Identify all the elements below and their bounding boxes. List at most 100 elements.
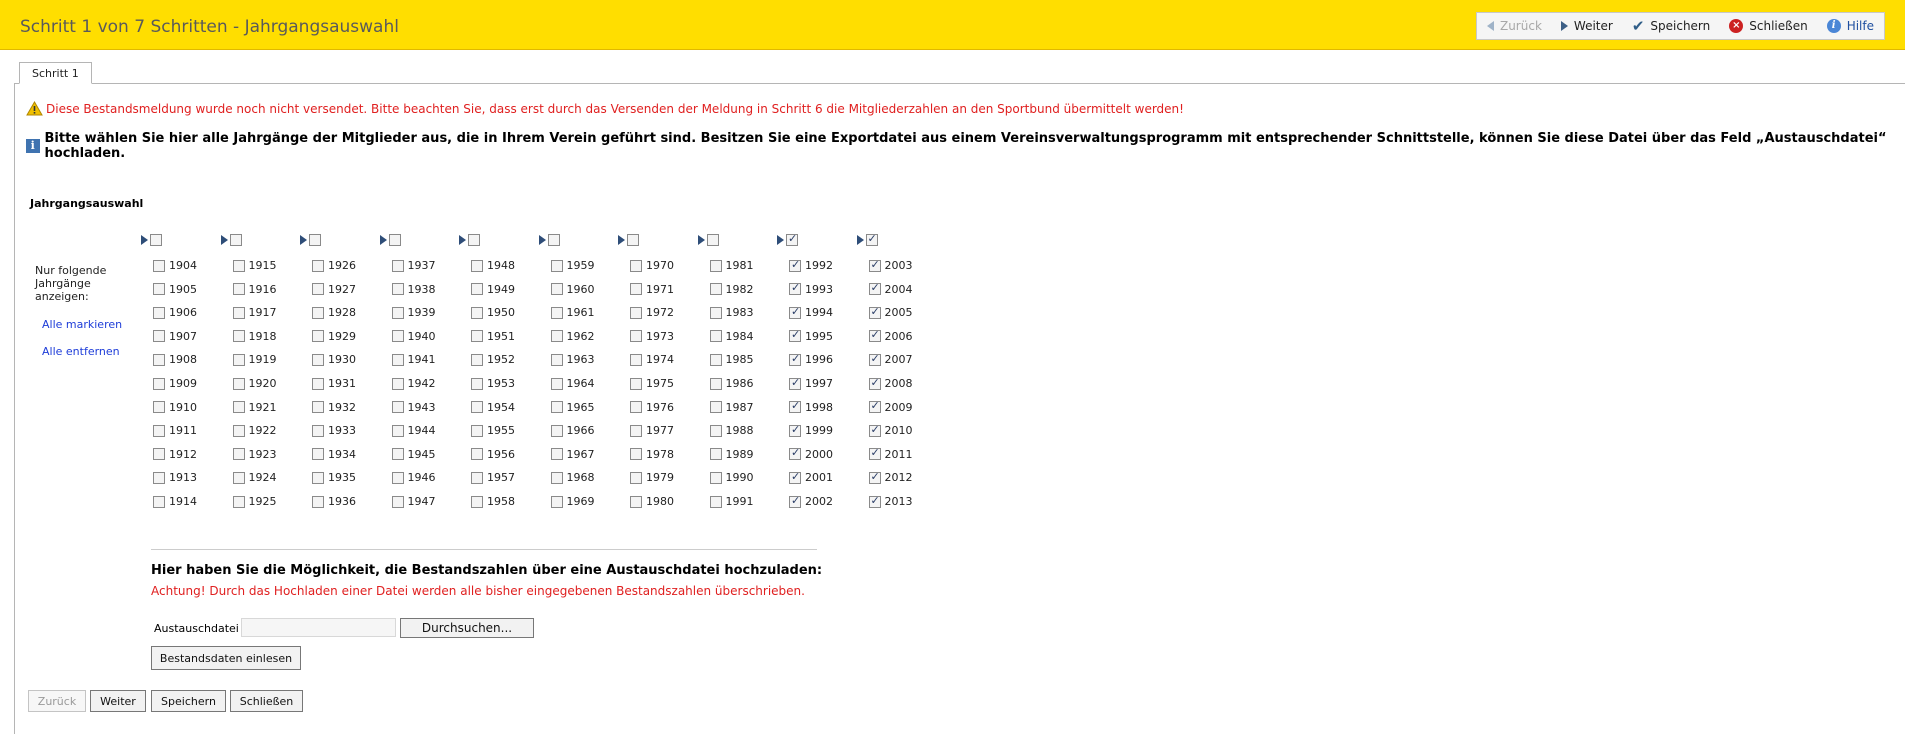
year-checkbox[interactable]: [391, 471, 404, 484]
year-checkbox[interactable]: [312, 353, 324, 366]
year-checkbox[interactable]: [868, 305, 881, 319]
year-checkbox[interactable]: [391, 377, 404, 390]
year-checkbox[interactable]: [550, 495, 563, 508]
year-checkbox[interactable]: [232, 259, 245, 272]
toolbar-save-button[interactable]: ✔ Speichern: [1632, 17, 1710, 35]
column-select-all-checkbox[interactable]: [150, 234, 162, 246]
year-checkbox[interactable]: [153, 471, 165, 484]
year-checkbox[interactable]: [709, 495, 722, 508]
year-checkbox[interactable]: [550, 401, 563, 414]
year-checkbox[interactable]: [312, 424, 324, 437]
year-checkbox[interactable]: [232, 353, 245, 366]
year-checkbox[interactable]: [153, 330, 165, 343]
year-checkbox[interactable]: [550, 448, 563, 461]
year-checkbox[interactable]: [232, 330, 245, 343]
year-checkbox[interactable]: [709, 377, 722, 390]
year-checkbox[interactable]: [471, 448, 483, 461]
year-checkbox[interactable]: [550, 353, 563, 366]
year-checkbox[interactable]: [550, 306, 563, 319]
back-button[interactable]: Zurück: [28, 690, 86, 712]
year-checkbox[interactable]: [232, 471, 245, 484]
year-checkbox[interactable]: [391, 306, 404, 319]
year-checkbox[interactable]: [312, 495, 324, 508]
year-checkbox[interactable]: [630, 306, 642, 319]
year-checkbox[interactable]: [630, 448, 642, 461]
year-checkbox[interactable]: [391, 401, 404, 414]
year-checkbox[interactable]: [550, 330, 563, 343]
expand-arrow-icon[interactable]: [220, 235, 228, 245]
year-checkbox[interactable]: [391, 283, 404, 296]
year-checkbox[interactable]: [153, 259, 165, 272]
close-button[interactable]: Schließen: [230, 690, 303, 712]
year-checkbox[interactable]: [153, 424, 165, 437]
tab-step-1[interactable]: Schritt 1: [19, 62, 92, 84]
year-checkbox[interactable]: [709, 330, 722, 343]
year-checkbox[interactable]: [153, 306, 165, 319]
year-checkbox[interactable]: [312, 259, 324, 272]
year-checkbox[interactable]: [868, 423, 881, 437]
year-checkbox[interactable]: [789, 446, 801, 461]
toolbar-next-button[interactable]: Weiter: [1560, 19, 1613, 33]
year-checkbox[interactable]: [789, 399, 801, 414]
year-checkbox[interactable]: [391, 259, 404, 272]
year-checkbox[interactable]: [789, 470, 801, 484]
year-checkbox[interactable]: [630, 471, 642, 484]
year-checkbox[interactable]: [630, 259, 642, 272]
year-checkbox[interactable]: [471, 353, 483, 366]
year-checkbox[interactable]: [153, 283, 165, 296]
year-checkbox[interactable]: [868, 328, 881, 343]
year-checkbox[interactable]: [312, 306, 324, 319]
expand-arrow-icon[interactable]: [697, 235, 705, 245]
year-checkbox[interactable]: [709, 283, 722, 296]
toolbar-help-button[interactable]: i Hilfe: [1826, 19, 1874, 33]
year-checkbox[interactable]: [153, 495, 165, 508]
save-button[interactable]: Speichern: [151, 690, 226, 712]
year-checkbox[interactable]: [391, 448, 404, 461]
year-checkbox[interactable]: [471, 283, 483, 296]
year-checkbox[interactable]: [550, 283, 563, 296]
browse-button[interactable]: Durchsuchen...: [400, 618, 534, 638]
year-checkbox[interactable]: [550, 259, 563, 272]
toolbar-back-button[interactable]: Zurück: [1486, 19, 1542, 33]
expand-arrow-icon[interactable]: [141, 235, 148, 245]
year-checkbox[interactable]: [630, 353, 642, 366]
year-checkbox[interactable]: [789, 494, 801, 508]
expand-arrow-icon[interactable]: [777, 235, 784, 245]
year-checkbox[interactable]: [153, 377, 165, 390]
year-checkbox[interactable]: [868, 494, 881, 508]
year-checkbox[interactable]: [550, 377, 563, 390]
year-checkbox[interactable]: [789, 305, 801, 319]
year-checkbox[interactable]: [232, 495, 245, 508]
year-checkbox[interactable]: [550, 424, 563, 437]
column-select-all-checkbox[interactable]: [547, 234, 560, 246]
year-checkbox[interactable]: [471, 471, 483, 484]
year-checkbox[interactable]: [471, 424, 483, 437]
year-checkbox[interactable]: [868, 446, 881, 461]
year-checkbox[interactable]: [630, 377, 642, 390]
year-checkbox[interactable]: [153, 401, 165, 414]
year-checkbox[interactable]: [630, 424, 642, 437]
year-checkbox[interactable]: [868, 399, 881, 414]
year-checkbox[interactable]: [153, 353, 165, 366]
year-checkbox[interactable]: [312, 330, 324, 343]
column-select-all-checkbox[interactable]: [865, 232, 878, 246]
column-select-all-checkbox[interactable]: [706, 234, 719, 246]
next-button[interactable]: Weiter: [90, 690, 146, 712]
year-checkbox[interactable]: [312, 401, 324, 414]
year-checkbox[interactable]: [868, 258, 881, 272]
year-checkbox[interactable]: [312, 471, 324, 484]
expand-arrow-icon[interactable]: [618, 235, 625, 245]
column-select-all-checkbox[interactable]: [786, 232, 798, 246]
year-checkbox[interactable]: [232, 283, 245, 296]
expand-arrow-icon[interactable]: [856, 235, 864, 245]
import-data-button[interactable]: Bestandsdaten einlesen: [151, 646, 301, 670]
column-select-all-checkbox[interactable]: [468, 234, 480, 246]
year-checkbox[interactable]: [709, 401, 722, 414]
year-checkbox[interactable]: [789, 281, 801, 296]
year-checkbox[interactable]: [471, 495, 483, 508]
year-checkbox[interactable]: [232, 401, 245, 414]
column-select-all-checkbox[interactable]: [627, 234, 639, 246]
year-checkbox[interactable]: [391, 330, 404, 343]
year-checkbox[interactable]: [232, 424, 245, 437]
year-checkbox[interactable]: [471, 401, 483, 414]
